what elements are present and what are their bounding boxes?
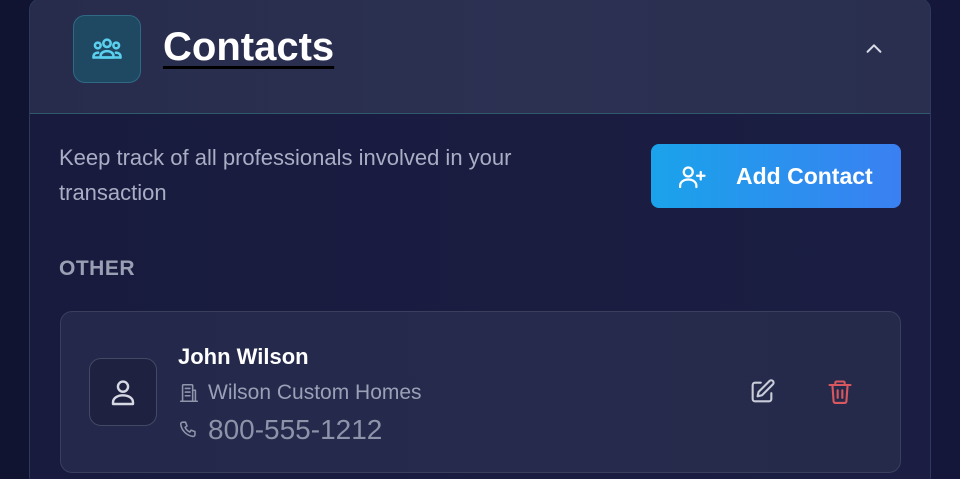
trash-icon <box>828 380 852 405</box>
delete-contact-button[interactable] <box>822 374 858 410</box>
contact-phone-row: 800-555-1212 <box>178 412 382 448</box>
add-contact-button[interactable]: Add Contact <box>651 144 901 208</box>
page-title: Contacts <box>163 25 335 69</box>
phone-icon <box>179 421 196 438</box>
users-group-icon <box>92 38 122 59</box>
contact-name: John Wilson <box>178 344 309 369</box>
user-plus-icon <box>679 166 706 189</box>
collapse-button[interactable] <box>858 33 890 65</box>
contact-card: John Wilson Wilson Custom Homes 800-555-… <box>60 311 901 473</box>
contact-company: Wilson Custom Homes <box>208 381 422 404</box>
avatar <box>89 358 157 426</box>
chevron-up-icon <box>866 44 882 53</box>
edit-contact-button[interactable] <box>744 374 780 410</box>
panel-body: Keep track of all professionals involved… <box>30 114 930 479</box>
panel-description: Keep track of all professionals involved… <box>59 145 512 205</box>
contact-company-row: Wilson Custom Homes <box>178 378 422 408</box>
contacts-panel: Contacts Keep track of all professionals… <box>29 0 931 479</box>
edit-icon <box>751 379 775 403</box>
user-icon <box>111 380 135 406</box>
panel-header[interactable]: Contacts <box>30 0 930 114</box>
header-icon-box <box>73 15 141 83</box>
contact-phone[interactable]: 800-555-1212 <box>208 414 382 446</box>
building-icon <box>179 383 199 403</box>
section-label-other: OTHER <box>59 257 135 280</box>
add-contact-label: Add Contact <box>736 163 873 189</box>
